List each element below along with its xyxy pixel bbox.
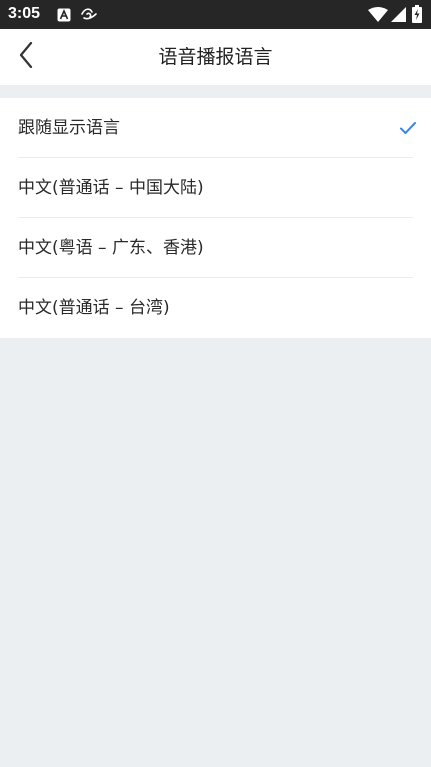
option-cantonese-guangdong-hongkong[interactable]: 中文(粤语 – 广东、香港) bbox=[0, 218, 431, 278]
option-label: 中文(粤语 – 广东、香港) bbox=[18, 238, 204, 258]
status-time: 3:05 bbox=[8, 5, 41, 22]
cell-signal-icon bbox=[391, 7, 406, 26]
language-option-list: 跟随显示语言 中文(普通话 – 中国大陆) 中文(粤语 – 广东、香港) 中文(… bbox=[0, 98, 431, 338]
page-title: 语音播报语言 bbox=[158, 46, 273, 68]
signal-swirl-icon bbox=[80, 6, 98, 26]
battery-charging-icon bbox=[412, 5, 422, 27]
option-mandarin-taiwan[interactable]: 中文(普通话 – 台湾) bbox=[0, 278, 431, 338]
option-label: 跟随显示语言 bbox=[18, 118, 120, 138]
app-bar: 语音播报语言 bbox=[0, 29, 431, 85]
option-follow-display-language[interactable]: 跟随显示语言 bbox=[0, 98, 431, 158]
a-notification-icon bbox=[57, 7, 71, 26]
option-label: 中文(普通话 – 中国大陆) bbox=[18, 178, 204, 198]
option-label: 中文(普通话 – 台湾) bbox=[18, 298, 170, 318]
option-mandarin-mainland[interactable]: 中文(普通话 – 中国大陆) bbox=[0, 158, 431, 218]
status-bar: 3:05 bbox=[0, 0, 431, 29]
checkmark-icon bbox=[399, 120, 417, 136]
wifi-icon bbox=[368, 7, 388, 26]
